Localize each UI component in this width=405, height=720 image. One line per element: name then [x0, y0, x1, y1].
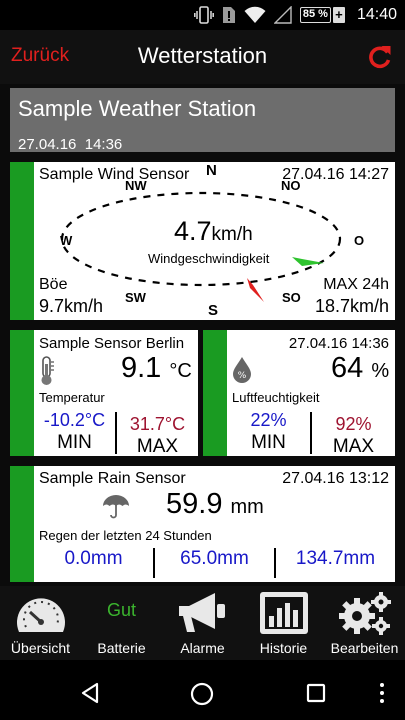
svg-text:%: % — [238, 371, 247, 381]
thermometer-icon — [41, 356, 54, 385]
gust-value: 9.7km/h — [39, 296, 104, 316]
rain-description: Regen der letzten 24 Stunden — [39, 528, 212, 543]
humidity-value: 64 % — [331, 352, 390, 384]
rain-history-values: 0.0mm 65.0mm 134.7mm — [34, 548, 395, 578]
sensor-name: Sample Sensor Berlin — [39, 335, 185, 352]
more-options-icon[interactable] — [378, 682, 386, 704]
max-24h-value: 18.7km/h — [314, 296, 389, 316]
sensor-status-bar — [10, 162, 34, 320]
sensor-name: Sample Wind Sensor — [39, 166, 190, 183]
vibrate-icon — [193, 6, 214, 24]
rain-sensor-card[interactable]: Sample Rain Sensor 27.04.16 13:12 59.9 m… — [10, 466, 395, 582]
wifi-icon — [244, 6, 266, 23]
temperature-sensor-card[interactable]: Sample Sensor Berlin 9.1 °C Temperatur -… — [10, 330, 198, 457]
sensor-timestamp: 27.04.16 13:12 — [282, 470, 389, 487]
sensor-status-bar — [10, 330, 34, 456]
nav-battery[interactable]: Gut Batterie — [81, 586, 162, 660]
nav-label: Historie — [259, 640, 308, 656]
station-timestamp: 27.04.16 14:36 — [18, 136, 123, 153]
recents-square-icon[interactable] — [306, 682, 326, 704]
gust-label: Böe — [39, 276, 68, 293]
rain-history-value: 0.0mm — [64, 548, 123, 569]
rain-history-value: 65.0mm — [153, 548, 274, 578]
sensor-status-bar — [10, 466, 34, 582]
battery-indicator: 85 % + — [299, 7, 345, 23]
compass-sw: SW — [125, 290, 146, 305]
umbrella-icon — [103, 495, 129, 519]
status-time: 14:40 — [356, 6, 397, 23]
wind-speed-value: 4.7km/h — [174, 216, 253, 246]
temperature-value: 9.1 °C — [121, 352, 192, 384]
max-value: 31.7°C — [129, 414, 186, 434]
temperature-minmax: -10.2°C MIN 31.7°C MAX — [34, 408, 198, 457]
charging-icon: + — [332, 7, 345, 23]
humidity-minmax: 22% MIN 92% MAX — [227, 408, 395, 457]
compass-n: N — [206, 162, 217, 179]
bar-chart-icon — [259, 592, 308, 634]
temperature-label: Temperatur — [39, 390, 105, 405]
min-label: MIN — [57, 432, 92, 453]
wind-direction-needle — [292, 257, 324, 266]
compass-so: SO — [282, 290, 301, 305]
sim-alert-icon — [222, 7, 235, 23]
station-header[interactable]: Sample Weather Station 27.04.16 14:36 — [10, 88, 395, 153]
nav-label: Alarme — [180, 640, 225, 656]
bottom-navigation: Übersicht Gut Batterie Alarme Historie B… — [0, 586, 405, 660]
compass-s: S — [208, 302, 219, 319]
wind-sensor-card[interactable]: N NO O SO S SW W NW Sample Wind Sensor 2… — [10, 162, 395, 320]
nav-label: Übersicht — [10, 640, 71, 656]
humidity-label: Luftfeuchtigkeit — [232, 390, 320, 405]
gears-icon — [338, 592, 391, 635]
nav-edit[interactable]: Bearbeiten — [324, 586, 405, 660]
compass-w: W — [60, 233, 73, 248]
back-triangle-icon[interactable] — [80, 682, 100, 704]
sensor-status-bar — [203, 330, 227, 456]
nav-label: Batterie — [97, 640, 146, 656]
max-label: MAX — [136, 436, 179, 457]
system-navigation-bar — [0, 660, 405, 720]
nav-overview[interactable]: Übersicht — [0, 586, 81, 660]
nav-label: Bearbeiten — [330, 640, 399, 656]
rain-value: 59.9 mm — [166, 488, 264, 520]
sensor-name: Sample Rain Sensor — [39, 470, 186, 487]
wind-speed-label: Windgeschwindigkeit — [148, 251, 270, 266]
humidity-sensor-card[interactable]: 27.04.16 14:36 % 64 % Luftfeuchtigkeit 2… — [203, 330, 395, 457]
sensor-timestamp: 27.04.16 14:36 — [288, 335, 389, 352]
battery-status: Gut — [106, 600, 136, 620]
gauge-icon — [16, 598, 65, 632]
app-header: Zurück Wetterstation — [0, 30, 405, 84]
max-value: 92% — [335, 414, 372, 434]
signal-icon — [273, 6, 292, 24]
nav-alarms[interactable]: Alarme — [162, 586, 243, 660]
content-area[interactable]: Sample Weather Station 27.04.16 14:36 N … — [0, 84, 405, 586]
min-label: MIN — [251, 432, 286, 453]
max-label: MAX — [332, 436, 375, 457]
compass-o: O — [354, 233, 365, 248]
nav-history[interactable]: Historie — [243, 586, 324, 660]
back-button[interactable]: Zurück — [11, 45, 69, 67]
home-circle-icon[interactable] — [190, 682, 214, 706]
max-column: 92% MAX — [310, 412, 395, 457]
megaphone-icon — [178, 593, 225, 632]
humidity-drop-icon: % — [233, 357, 251, 383]
rain-history-value: 134.7mm — [274, 548, 395, 578]
station-name: Sample Weather Station — [18, 96, 257, 121]
min-value: -10.2°C — [43, 410, 106, 430]
refresh-icon[interactable] — [367, 44, 393, 70]
battery-percent: 85 % — [299, 7, 331, 23]
status-bar: 85 % + 14:40 — [0, 0, 405, 30]
min-column: -10.2°C MIN — [34, 408, 115, 454]
max-column: 31.7°C MAX — [115, 412, 198, 457]
max-24h-label: MAX 24h — [323, 276, 389, 293]
min-value: 22% — [250, 410, 287, 430]
sensor-timestamp: 27.04.16 14:27 — [282, 166, 389, 183]
min-column: 22% MIN — [227, 408, 310, 454]
